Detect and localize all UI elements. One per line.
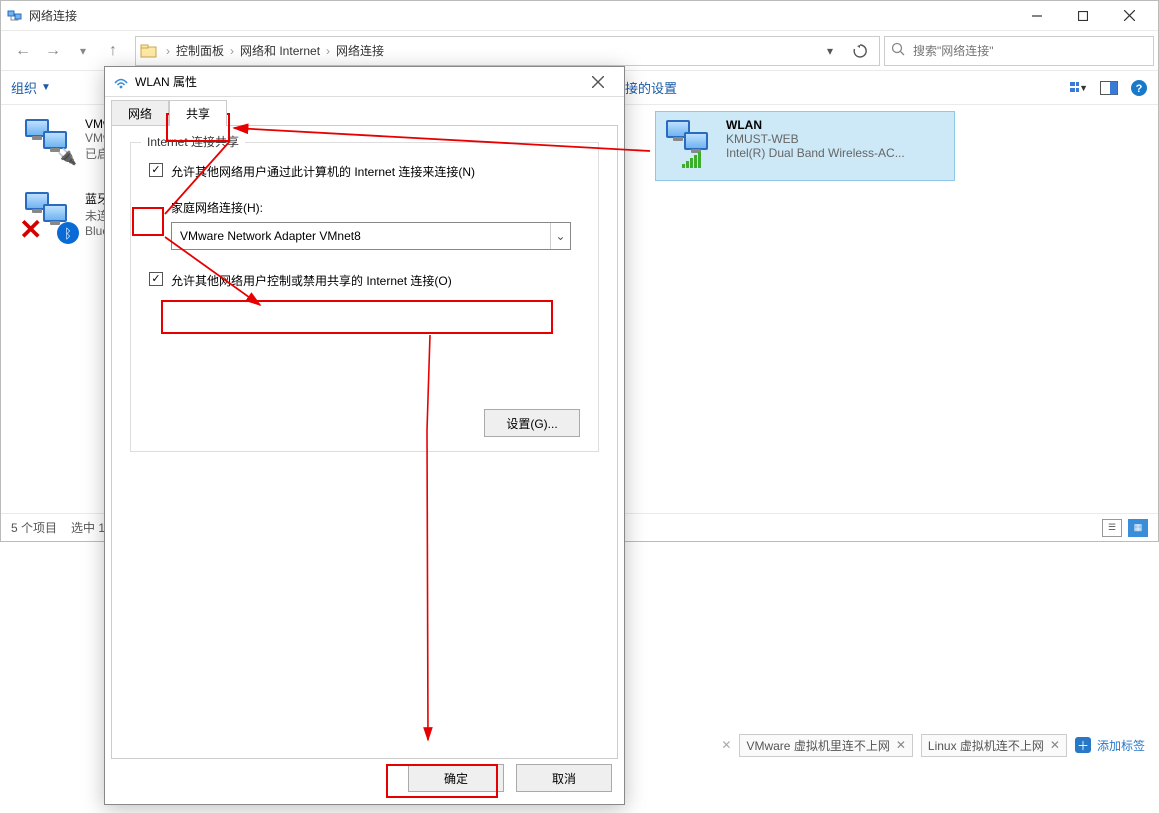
add-tag-button[interactable]: ＋ 添加标签 xyxy=(1075,737,1145,754)
address-dropdown-button[interactable]: ▾ xyxy=(815,37,845,65)
dialog-close-button[interactable] xyxy=(580,70,616,94)
adapter-wlan[interactable]: WLAN KMUST-WEB Intel(R) Dual Band Wirele… xyxy=(655,111,955,181)
settings-button[interactable]: 设置(G)... xyxy=(484,409,580,437)
crumb-control-panel[interactable]: 控制面板 xyxy=(176,42,224,59)
svg-text:?: ? xyxy=(1136,83,1143,95)
adapter-bt-icon: ✕ ᛒ xyxy=(21,190,77,240)
dialog-title: WLAN 属性 xyxy=(135,73,580,90)
crumb-network-connections[interactable]: 网络连接 xyxy=(336,42,384,59)
folder-icon xyxy=(140,42,158,60)
tab-share[interactable]: 共享 xyxy=(169,100,227,126)
crumb-network-internet[interactable]: 网络和 Internet xyxy=(240,42,320,59)
statusbar-count: 5 个项目 xyxy=(11,519,57,536)
plus-icon: ＋ xyxy=(1075,737,1091,753)
chevron-down-icon: ⌄ xyxy=(550,223,570,249)
tag-item[interactable]: VMware 虚拟机里连不上网 ✕ xyxy=(739,734,912,757)
view-options-button[interactable]: ▼ xyxy=(1070,79,1088,97)
tag-remove-icon[interactable]: ✕ xyxy=(721,738,731,752)
details-view-icon[interactable]: ☰ xyxy=(1102,519,1122,537)
maximize-button[interactable] xyxy=(1060,1,1106,30)
adapter-device: Intel(R) Dual Band Wireless-AC... xyxy=(726,146,905,160)
ok-button[interactable]: 确定 xyxy=(408,764,504,792)
cancel-button[interactable]: 取消 xyxy=(516,764,612,792)
address-bar[interactable]: › 控制面板 › 网络和 Internet › 网络连接 ▾ xyxy=(135,36,880,66)
group-ics-title: Internet 连接共享 xyxy=(141,133,245,150)
search-icon xyxy=(891,42,905,59)
allow-connect-checkbox[interactable]: ✓ xyxy=(149,163,163,177)
home-network-label: 家庭网络连接(H): xyxy=(171,199,580,216)
organize-menu[interactable]: 组织▼ xyxy=(11,78,51,97)
tag-label: VMware 虚拟机里连不上网 xyxy=(746,737,889,754)
adapter-wifi-icon xyxy=(662,118,718,168)
home-network-selected: VMware Network Adapter VMnet8 xyxy=(180,229,361,243)
tag-label: Linux 虚拟机连不上网 xyxy=(928,737,1044,754)
forward-button[interactable]: → xyxy=(39,37,67,65)
minimize-button[interactable] xyxy=(1014,1,1060,30)
search-input[interactable] xyxy=(911,43,1147,59)
search-box[interactable] xyxy=(884,36,1154,66)
close-button[interactable] xyxy=(1106,1,1152,30)
home-network-dropdown[interactable]: VMware Network Adapter VMnet8 ⌄ xyxy=(171,222,571,250)
wifi-icon xyxy=(113,74,129,90)
allow-connect-label: 允许其他网络用户通过此计算机的 Internet 连接来连接(N) xyxy=(171,163,475,181)
recent-dropdown[interactable]: ▾ xyxy=(69,37,97,65)
refresh-button[interactable] xyxy=(845,37,875,65)
adapter-name: WLAN xyxy=(726,118,905,132)
adapter-ssid: KMUST-WEB xyxy=(726,132,905,146)
dialog-titlebar: WLAN 属性 xyxy=(105,67,624,97)
tag-item[interactable]: Linux 虚拟机连不上网 ✕ xyxy=(921,734,1067,757)
preview-pane-button[interactable] xyxy=(1100,79,1118,97)
tag-remove-icon[interactable]: ✕ xyxy=(896,738,906,752)
tab-network[interactable]: 网络 xyxy=(111,100,169,126)
adapter-icon: 🔌 xyxy=(21,117,77,167)
allow-control-checkbox[interactable]: ✓ xyxy=(149,272,163,286)
breadcrumb[interactable]: › 控制面板 › 网络和 Internet › 网络连接 xyxy=(164,42,384,59)
help-button[interactable]: ? xyxy=(1130,79,1148,97)
large-icons-view-icon[interactable]: ▦ xyxy=(1128,519,1148,537)
network-connections-icon xyxy=(7,8,23,24)
up-button[interactable]: ↑ xyxy=(99,37,127,65)
add-tag-label: 添加标签 xyxy=(1097,737,1145,754)
window-title: 网络连接 xyxy=(29,7,77,24)
window-titlebar: 网络连接 xyxy=(1,1,1158,31)
allow-control-label: 允许其他网络用户控制或禁用共享的 Internet 连接(O) xyxy=(171,272,452,290)
tag-remove-icon[interactable]: ✕ xyxy=(1050,738,1060,752)
back-button[interactable]: ← xyxy=(9,37,37,65)
